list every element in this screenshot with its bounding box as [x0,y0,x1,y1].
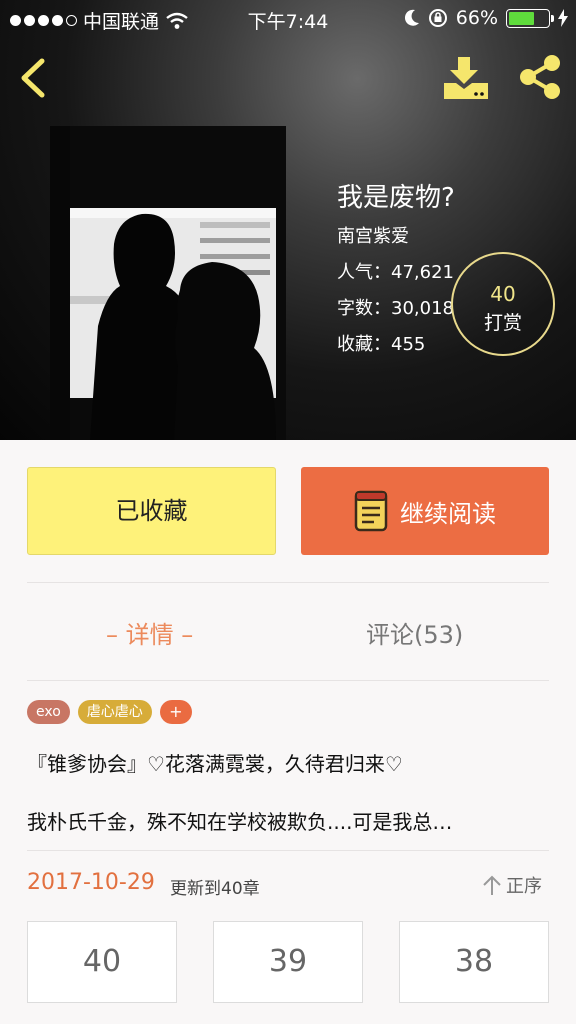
divider [27,582,549,583]
reward-label: 打赏 [483,312,522,334]
status-bar: 中国联通 下午7:44 66% [0,0,576,40]
share-icon [520,55,560,99]
word-count-stat: 字数：30,018 [337,298,454,319]
chapter-button[interactable]: 39 [213,921,363,1003]
book-icon [354,490,388,532]
chevron-left-icon [21,58,45,98]
book-title: 我是废物? [337,183,455,213]
moon-icon [404,9,419,26]
summary-line: 『锥爹协会』♡花落满霓裳，久待君归来♡ [27,752,403,776]
add-tag-button[interactable]: + [159,700,192,724]
battery-percent: 66% [455,7,498,29]
book-header: 中国联通 下午7:44 66% 我是废物? 南宫紫爱 人气：47,621 字数：… [0,0,576,440]
reward-count: 40 [490,282,516,306]
continue-reading-button[interactable]: 继续阅读 [301,467,549,555]
book-cover-image[interactable] [50,126,286,440]
reward-button[interactable]: 40 打赏 [451,252,555,356]
back-button[interactable] [14,55,54,101]
divider [27,850,549,851]
chapter-button[interactable]: 40 [27,921,177,1003]
sort-order-button[interactable]: 正序 [482,872,542,898]
tag-list: exo 虐心虐心 + [27,700,192,724]
update-status: 更新到40章 [170,879,260,899]
popularity-stat: 人气：47,621 [337,262,454,283]
download-button[interactable] [440,55,492,101]
download-icon [444,57,488,99]
collected-button[interactable]: 已收藏 [27,467,276,555]
sort-order-label: 正序 [506,876,542,897]
arrow-up-icon [483,875,501,895]
battery-icon [506,8,554,28]
tag-nuexin[interactable]: 虐心虐心 [77,700,152,724]
tab-detail[interactable]: – 详情 – [106,615,193,650]
rotation-lock-icon [428,9,447,27]
chapter-button[interactable]: 38 [399,921,549,1003]
divider [27,680,549,681]
tag-exo[interactable]: exo [27,700,70,724]
book-author[interactable]: 南宫紫爱 [337,222,455,248]
share-button[interactable] [514,52,566,102]
continue-reading-label: 继续阅读 [400,499,496,528]
summary-line[interactable]: 我朴氏千金，殊不知在学校被欺负....可是我总… [27,806,557,835]
update-date: 2017-10-29 [27,870,155,895]
charging-icon [558,9,568,27]
book-info: 我是废物? 南宫紫爱 人气：47,621 字数：30,018 收藏：455 [337,180,455,356]
favorites-stat: 收藏：455 [337,334,426,355]
tab-comments[interactable]: 评论(53) [366,615,463,650]
